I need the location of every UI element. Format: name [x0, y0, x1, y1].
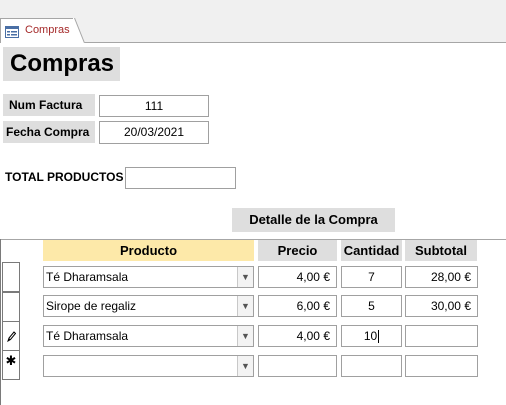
- producto-value: Té Dharamsala: [46, 270, 129, 284]
- precio-cell[interactable]: 4,00 €: [258, 266, 337, 288]
- record-selector[interactable]: [2, 292, 20, 322]
- total-productos-field[interactable]: [125, 167, 236, 189]
- cantidad-cell[interactable]: 7: [341, 266, 402, 288]
- cantidad-cell[interactable]: [341, 355, 402, 377]
- producto-combo[interactable]: Té Dharamsala ▼: [43, 266, 254, 288]
- form-title: Compras: [3, 47, 120, 81]
- fecha-compra-label: Fecha Compra: [3, 121, 95, 143]
- subtotal-cell[interactable]: [405, 355, 478, 377]
- producto-combo[interactable]: Sirope de regaliz ▼: [43, 295, 254, 317]
- record-selector[interactable]: [2, 262, 20, 292]
- column-header-cantidad[interactable]: Cantidad: [341, 240, 402, 261]
- cantidad-value: 10: [363, 329, 378, 343]
- producto-combo[interactable]: Té Dharamsala ▼: [43, 325, 254, 347]
- producto-combo[interactable]: ▼: [43, 355, 254, 377]
- tab-label: Compras: [25, 24, 70, 36]
- precio-cell[interactable]: 4,00 €: [258, 325, 337, 347]
- tab-compras[interactable]: Compras: [0, 18, 74, 43]
- num-factura-field[interactable]: 111: [99, 95, 209, 117]
- record-selector[interactable]: ✱: [2, 350, 20, 380]
- subtotal-cell[interactable]: [405, 325, 478, 347]
- precio-cell[interactable]: 6,00 €: [258, 295, 337, 317]
- precio-cell[interactable]: [258, 355, 337, 377]
- subform-title: Detalle de la Compra: [232, 208, 395, 232]
- total-productos-label: TOTAL PRODUCTOS: [5, 170, 124, 184]
- new-record-icon: ✱: [5, 353, 17, 368]
- fecha-compra-field[interactable]: 20/03/2021: [99, 121, 209, 144]
- subtotal-cell[interactable]: 30,00 €: [405, 295, 478, 317]
- form-icon: [5, 25, 19, 38]
- cantidad-cell[interactable]: 5: [341, 295, 402, 317]
- tab-edge: [73, 18, 85, 43]
- text-caret: [378, 330, 380, 344]
- chevron-down-icon[interactable]: ▼: [237, 296, 253, 316]
- pencil-icon: [6, 329, 17, 343]
- chevron-down-icon[interactable]: ▼: [237, 326, 253, 346]
- column-header-producto[interactable]: Producto: [43, 240, 254, 261]
- producto-value: Sirope de regaliz: [46, 299, 137, 313]
- subtotal-cell[interactable]: 28,00 €: [405, 266, 478, 288]
- column-header-subtotal[interactable]: Subtotal: [405, 240, 477, 261]
- producto-value: Té Dharamsala: [46, 329, 129, 343]
- column-header-precio[interactable]: Precio: [258, 240, 337, 261]
- num-factura-label: Num Factura: [3, 94, 95, 116]
- record-selector[interactable]: [2, 321, 20, 351]
- chevron-down-icon[interactable]: ▼: [237, 356, 253, 376]
- chevron-down-icon[interactable]: ▼: [237, 267, 253, 287]
- cantidad-cell-editing[interactable]: 10: [341, 325, 402, 347]
